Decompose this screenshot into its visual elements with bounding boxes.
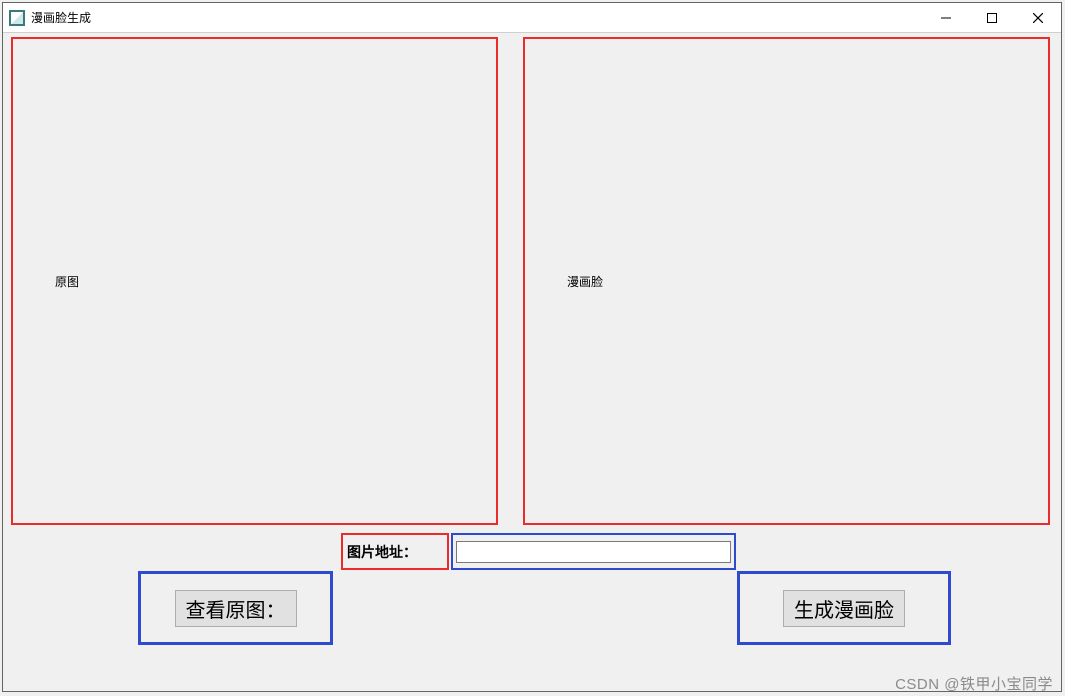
image-path-label: 图片地址： xyxy=(347,542,417,562)
close-button[interactable] xyxy=(1015,3,1061,33)
generate-box: 生成漫画脸 xyxy=(737,571,951,645)
window-controls xyxy=(923,3,1061,32)
image-path-input[interactable] xyxy=(456,541,731,563)
original-image-panel: 原图 xyxy=(11,37,498,525)
window-title: 漫画脸生成 xyxy=(31,9,923,26)
image-path-label-box: 图片地址： xyxy=(341,533,449,570)
close-icon xyxy=(1033,13,1043,23)
original-image-label: 原图 xyxy=(55,273,79,290)
watermark: CSDN @铁甲小宝同学 xyxy=(895,673,1053,694)
image-path-input-box xyxy=(451,533,736,570)
result-image-label: 漫画脸 xyxy=(567,273,603,290)
view-original-button[interactable]: 查看原图： xyxy=(175,590,297,627)
minimize-button[interactable] xyxy=(923,3,969,33)
titlebar[interactable]: 漫画脸生成 xyxy=(3,3,1061,33)
view-original-box: 查看原图： xyxy=(138,571,333,645)
app-icon xyxy=(9,10,25,26)
generate-button[interactable]: 生成漫画脸 xyxy=(783,590,905,627)
maximize-button[interactable] xyxy=(969,3,1015,33)
minimize-icon xyxy=(941,13,951,23)
maximize-icon xyxy=(987,13,997,23)
result-image-panel: 漫画脸 xyxy=(523,37,1050,525)
client-area: 原图 漫画脸 图片地址： 查看原图： 生成漫画脸 xyxy=(3,33,1061,691)
app-window: 漫画脸生成 原图 漫画脸 图片地址： 查看原图： xyxy=(2,2,1062,692)
